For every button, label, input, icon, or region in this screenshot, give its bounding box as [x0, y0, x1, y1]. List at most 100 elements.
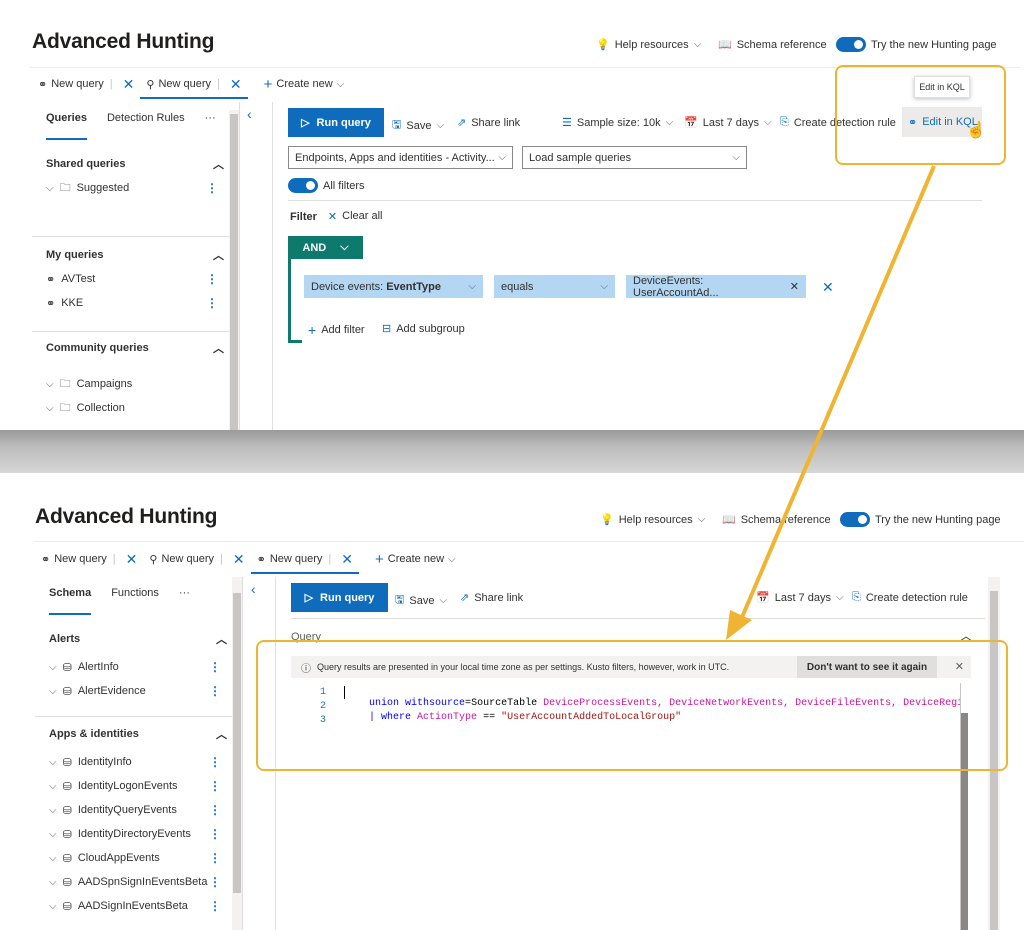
tab-queries[interactable]: Queries	[46, 112, 87, 140]
clear-all-button[interactable]: ✕ Clear all	[328, 210, 383, 223]
toggle-switch[interactable]	[288, 178, 318, 193]
schema-reference-link[interactable]: 📖 Schema reference	[722, 513, 831, 527]
close-icon[interactable]: ✕	[126, 551, 138, 568]
rule-icon: ⎘	[780, 116, 789, 128]
value-chip[interactable]: DeviceEvents: UserAccountAd... ✕	[626, 275, 806, 299]
more-options-icon[interactable]: ⋮	[209, 779, 221, 793]
help-resources-link[interactable]: 💡 Help resources ⌵	[596, 38, 702, 52]
chevron-down-icon: ⌵	[46, 378, 54, 390]
remove-condition-icon[interactable]: ✕	[822, 279, 834, 296]
sample-queries-dropdown[interactable]: Load sample queries ⌵	[522, 146, 747, 169]
collapse-sidebar-icon[interactable]: ‹	[251, 581, 256, 597]
time-range-dropdown[interactable]: 📅 Last 7 days ⌵	[756, 591, 844, 605]
toggle-switch[interactable]	[840, 512, 870, 527]
table-list-item[interactable]: ⌵ ⛁ IdentityInfo ⋮	[35, 750, 233, 774]
chevron-down-icon: ⌵	[600, 281, 608, 292]
more-icon[interactable]: ···	[205, 112, 216, 132]
and-operator-button[interactable]: AND ⌵	[288, 236, 363, 259]
highlight-box	[256, 640, 1008, 771]
lightbulb-icon: 💡	[596, 39, 610, 51]
table-list-item[interactable]: ⌵ ⛁ AlertEvidence ⋮	[35, 679, 233, 703]
table-list-item[interactable]: ⌵ ⛁ AADSignInEventsBeta ⋮	[35, 894, 233, 918]
collapse-sidebar-icon[interactable]: ‹	[247, 106, 252, 122]
list-item[interactable]: ⚭ AVTest ⋮	[32, 267, 230, 291]
list-item[interactable]: ⌵ 🗀 Campaigns	[32, 372, 230, 396]
scope-dropdown[interactable]: Endpoints, Apps and identities - Activit…	[288, 146, 513, 169]
toolbar-divider	[288, 200, 982, 201]
toggle-switch[interactable]	[836, 37, 866, 52]
more-options-icon[interactable]: ⋮	[209, 875, 221, 889]
more-options-icon[interactable]: ⋮	[209, 755, 221, 769]
close-icon[interactable]: ✕	[790, 280, 799, 293]
sample-size-dropdown[interactable]: ☰ Sample size: 10k ⌵	[562, 116, 674, 130]
apps-identities-section: Apps & identities ︿ ⌵ ⛁ IdentityInfo ⋮ ⌵…	[35, 722, 233, 918]
tab-schema[interactable]: Schema	[49, 587, 92, 615]
more-options-icon[interactable]: ⋮	[209, 899, 221, 913]
tab-detection-rules[interactable]: Detection Rules	[107, 112, 185, 132]
more-options-icon[interactable]: ⋮	[209, 827, 221, 841]
add-filter-button[interactable]: + Add filter	[308, 322, 365, 338]
create-new-button[interactable]: + Create new ⌵	[369, 547, 462, 571]
more-options-icon[interactable]: ⋮	[209, 851, 221, 865]
sidebar-scrollbar[interactable]	[232, 577, 242, 930]
try-new-hunting-toggle[interactable]: Try the new Hunting page	[836, 37, 997, 52]
create-new-button[interactable]: + Create new ⌵	[258, 72, 351, 96]
tab-new-query-1[interactable]: ⚭ New query | ✕	[32, 72, 140, 96]
section-header[interactable]: Alerts ︿	[35, 627, 233, 651]
list-item[interactable]: ⚭ KKE ⋮	[32, 291, 230, 315]
close-icon[interactable]: ✕	[341, 551, 353, 568]
list-item[interactable]: ⌵ 🗀 Collection	[32, 396, 230, 420]
bottom-panel: Advanced Hunting 💡 Help resources ⌵ 📖 Sc…	[0, 473, 1024, 930]
section-header[interactable]: My queries ︿	[32, 243, 230, 267]
table-list-item[interactable]: ⌵ ⛁ AlertInfo ⋮	[35, 655, 233, 679]
tab-new-query-2[interactable]: ⚲ New query | ✕	[143, 547, 250, 571]
table-list-item[interactable]: ⌵ ⛁ IdentityLogonEvents ⋮	[35, 774, 233, 798]
list-item[interactable]: ⌵ 🗀 Suggested ⋮	[32, 176, 230, 200]
all-filters-toggle[interactable]: All filters	[288, 178, 365, 193]
more-options-icon[interactable]: ⋮	[206, 272, 218, 286]
section-header[interactable]: Community queries ︿	[32, 336, 230, 360]
more-icon[interactable]: ···	[179, 587, 190, 607]
table-list-item[interactable]: ⌵ ⛁ IdentityQueryEvents ⋮	[35, 798, 233, 822]
share-link-button[interactable]: ⇗ Share link	[457, 116, 520, 130]
time-range-dropdown[interactable]: 📅 Last 7 days ⌵	[684, 116, 772, 130]
schema-reference-link[interactable]: 📖 Schema reference	[718, 38, 827, 52]
tab-new-query-1[interactable]: ⚭ New query | ✕	[35, 547, 143, 571]
chevron-down-icon: ⌵	[46, 402, 54, 414]
save-button[interactable]: 🖫 Save ⌵	[392, 116, 444, 135]
table-list-item[interactable]: ⌵ ⛁ CloudAppEvents ⋮	[35, 846, 233, 870]
help-resources-link[interactable]: 💡 Help resources ⌵	[600, 513, 705, 527]
section-header[interactable]: Shared queries ︿	[32, 152, 230, 176]
more-options-icon[interactable]: ⋮	[209, 684, 221, 698]
more-options-icon[interactable]: ⋮	[209, 803, 221, 817]
tab-new-query-2[interactable]: ⚲ New query | ✕	[140, 72, 248, 99]
sidebar-scrollbar[interactable]	[229, 110, 239, 430]
scrollbar-thumb[interactable]	[230, 114, 238, 430]
tab-functions[interactable]: Functions	[111, 587, 159, 607]
add-subgroup-button[interactable]: ⊟ Add subgroup	[382, 322, 465, 336]
create-detection-rule-button[interactable]: ⎘ Create detection rule	[852, 591, 968, 604]
table-list-item[interactable]: ⌵ ⛁ AADSpnSignInEventsBeta ⋮	[35, 870, 233, 894]
chevron-down-icon: ⌵	[665, 117, 674, 128]
scrollbar-thumb[interactable]	[233, 593, 241, 893]
try-new-hunting-toggle[interactable]: Try the new Hunting page	[840, 512, 1001, 527]
more-options-icon[interactable]: ⋮	[206, 296, 218, 310]
filter-query-icon: ⚲	[149, 553, 158, 566]
run-query-button[interactable]: ▷ Run query	[291, 583, 388, 612]
operator-dropdown[interactable]: equals ⌵	[494, 275, 615, 298]
save-button[interactable]: 🖫 Save ⌵	[395, 591, 447, 610]
tab-new-query-3[interactable]: ⚭ New query | ✕	[250, 547, 360, 574]
more-options-icon[interactable]: ⋮	[209, 660, 221, 674]
more-options-icon[interactable]: ⋮	[206, 181, 218, 195]
field-dropdown[interactable]: Device events: EventType ⌵	[304, 275, 483, 298]
chevron-up-icon: ︿	[216, 729, 227, 741]
share-link-button[interactable]: ⇗ Share link	[460, 591, 523, 605]
close-icon[interactable]: ✕	[230, 76, 242, 93]
section-header[interactable]: Apps & identities ︿	[35, 722, 233, 746]
table-list-item[interactable]: ⌵ ⛁ IdentityDirectoryEvents ⋮	[35, 822, 233, 846]
close-icon[interactable]: ✕	[233, 551, 245, 568]
run-query-button[interactable]: ▷ Run query	[288, 108, 384, 137]
chevron-down-icon: ⌵	[693, 39, 702, 50]
close-icon[interactable]: ✕	[123, 76, 135, 93]
query-icon: ⚭	[256, 553, 266, 566]
